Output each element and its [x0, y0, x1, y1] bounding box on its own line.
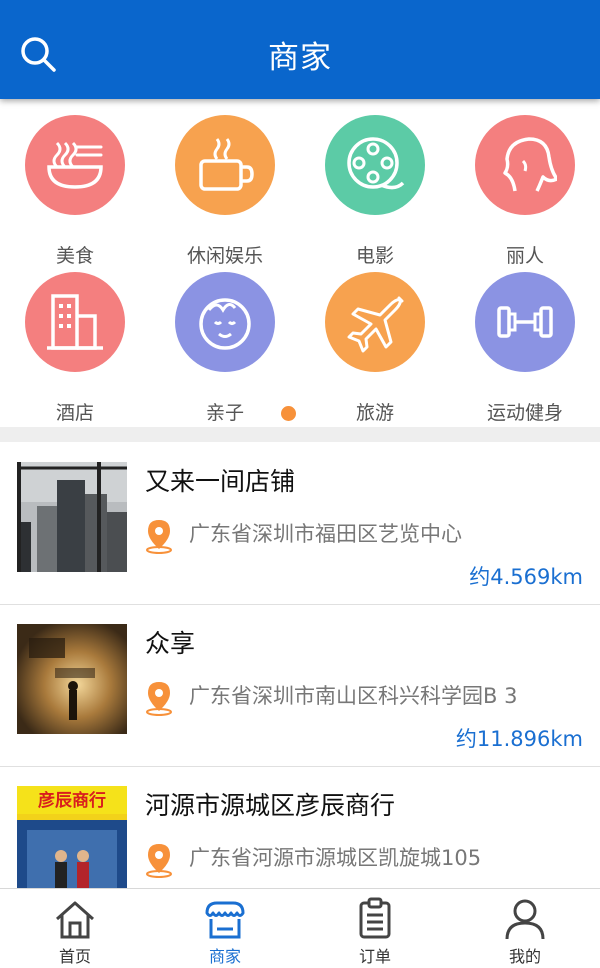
shop-distance: 约11.896km [455, 727, 583, 751]
tab-merchants[interactable]: 商家 [150, 889, 300, 968]
page-indicator-dot [281, 406, 296, 421]
tab-mine[interactable]: 我的 [450, 889, 600, 968]
category-travel[interactable]: 旅游 [300, 272, 450, 424]
tab-label: 我的 [508, 947, 541, 966]
shop-sign-text: 彦辰商行 [38, 790, 106, 811]
category-label: 旅游 [355, 402, 394, 424]
shop-distance: 约4.569km [469, 565, 583, 589]
airplane-icon [325, 272, 425, 372]
bottom-tab-bar: 首页 商家 订单 我的 [0, 888, 600, 968]
tab-home[interactable]: 首页 [0, 889, 150, 968]
category-label: 美食 [55, 245, 94, 267]
category-food[interactable]: 美食 [0, 115, 150, 267]
category-label: 丽人 [505, 245, 544, 267]
location-pin-icon [146, 520, 172, 554]
shop-thumbnail [17, 462, 127, 572]
building-icon [25, 272, 125, 372]
film-reel-icon [325, 115, 425, 215]
clipboard-icon [359, 897, 391, 939]
location-pin-icon [146, 682, 172, 716]
category-hotel[interactable]: 酒店 [0, 272, 150, 424]
shop-list-item[interactable]: 众享 广东省深圳市南山区科兴科学园B 3 约11.896km [0, 605, 600, 767]
woman-face-icon [475, 115, 575, 215]
category-grid: 美食 休闲娱乐 电影 丽人 酒店 亲子 旅游 运动健身 [0, 99, 600, 427]
shop-name: 又来一间店铺 [145, 467, 296, 496]
dumbbell-icon [475, 272, 575, 372]
location-pin-icon [146, 844, 172, 878]
tab-label: 商家 [208, 947, 241, 966]
category-leisure[interactable]: 休闲娱乐 [150, 115, 300, 267]
tab-label: 首页 [58, 947, 91, 966]
category-fitness[interactable]: 运动健身 [450, 272, 600, 424]
baby-face-icon [175, 272, 275, 372]
category-label: 电影 [355, 245, 394, 267]
category-label: 亲子 [205, 402, 244, 424]
category-beauty[interactable]: 丽人 [450, 115, 600, 267]
shop-thumbnail: 彦辰商行 [17, 786, 127, 896]
home-icon [56, 901, 94, 939]
page-title: 商家 [268, 40, 332, 76]
person-icon [505, 899, 545, 940]
shop-address: 广东省深圳市南山区科兴科学园B 3 [189, 684, 518, 708]
shop-address: 广东省深圳市福田区艺览中心 [189, 522, 462, 546]
tab-orders[interactable]: 订单 [300, 889, 450, 968]
tab-label: 订单 [358, 947, 391, 966]
app-header: 商家 [0, 0, 600, 99]
shop-thumbnail [17, 624, 127, 734]
shop-address: 广东省河源市源城区凯旋城105 [189, 846, 482, 870]
shop-list-item[interactable]: 又来一间店铺 广东省深圳市福田区艺览中心 约4.569km [0, 443, 600, 605]
category-label: 休闲娱乐 [186, 245, 263, 267]
category-movie[interactable]: 电影 [300, 115, 450, 267]
shop-name: 众享 [145, 629, 196, 658]
shop-name: 河源市源城区彦辰商行 [145, 791, 396, 820]
coffee-cup-icon [175, 115, 275, 215]
section-divider [0, 427, 600, 442]
store-icon [205, 901, 245, 939]
category-family[interactable]: 亲子 [150, 272, 300, 424]
category-label: 酒店 [55, 402, 94, 424]
noodle-bowl-icon [25, 115, 125, 215]
category-label: 运动健身 [486, 402, 563, 424]
